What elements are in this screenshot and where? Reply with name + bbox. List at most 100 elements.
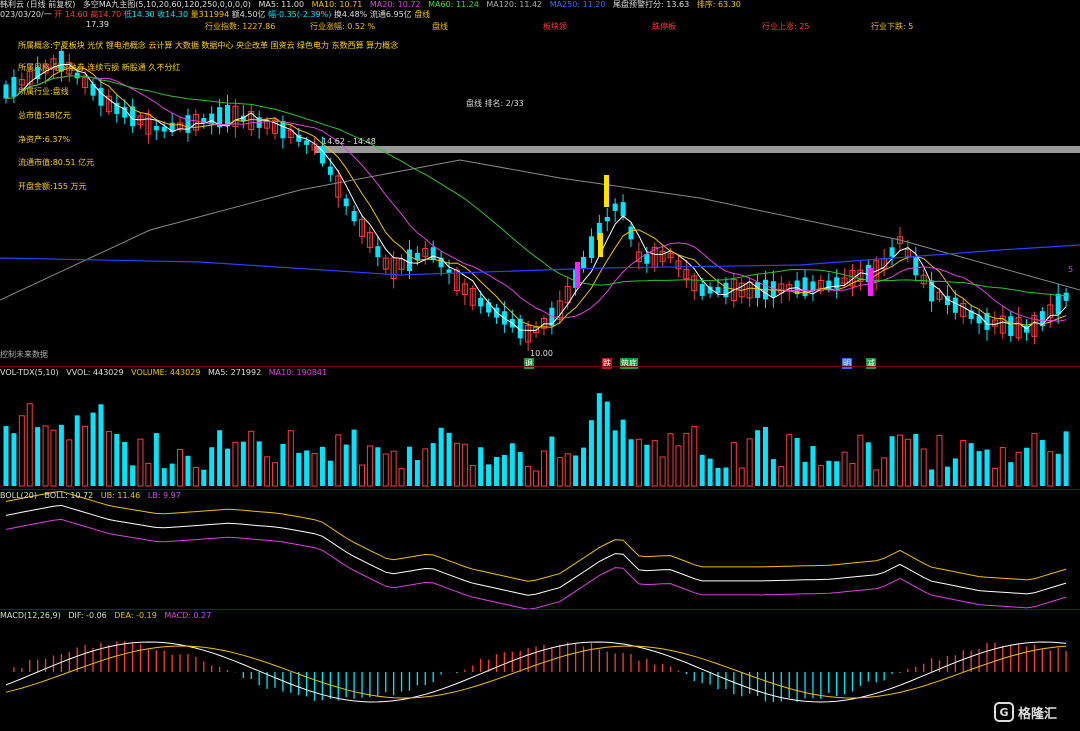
macd-panel-divider [0,609,1080,610]
volume-bar-down [707,458,713,486]
volume-bar-up [398,468,405,487]
candle-down [755,282,761,298]
volume-bar-up [461,443,468,487]
volume-bar-up [960,440,967,487]
volume-bar-down [114,433,120,486]
volume-bar-up [264,456,271,487]
volume-bar-up [683,432,690,487]
volume-bar-down [98,404,104,486]
volume-bar-up [841,451,848,487]
volume-bar-down [501,454,507,486]
volume-bar-down [929,469,935,486]
volume-bar-down [430,443,436,486]
candle-down [351,210,357,222]
candle-down [913,257,919,276]
volume-bar-up [540,450,547,487]
volume-panel-header[interactable]: VOL-TDX(5,10) VVOL: 443029 VOLUME: 44302… [0,368,332,378]
logo-icon: G [994,702,1014,722]
volume-bar-down [351,429,357,486]
candle-down [3,84,9,99]
volume-bar-up [651,440,658,487]
volume-bar-up [896,434,903,487]
volume-bar-up [366,445,373,487]
volume-bar-up [991,467,998,487]
volume-bar-up [881,457,888,487]
volume-bar-up [469,465,476,487]
volume-bar-up [50,429,57,487]
dea-value: DEA: -0.19 [114,611,157,620]
volume-bar-up [564,453,571,487]
candle-down [1055,293,1061,315]
candle-down [810,281,816,292]
boll-lower-line [5,518,1067,610]
macd-panel-header[interactable]: MACD(12,26,9) DIF: -0.06 DEA: -0.19 MACD… [0,611,216,621]
volume-title: VOL-TDX(5,10) [0,368,59,377]
volume-bar-down [573,455,579,486]
vvol-value: VVOL: 443029 [66,368,124,377]
price-band-label: 14.62 - 14.48 [322,137,376,146]
volume-bar-up [248,430,255,487]
volume-bar-down [509,443,515,486]
volume-bar-down [35,427,41,486]
candle-down [588,236,594,258]
volume-bar-down [217,430,223,486]
volume-bar-up [335,434,342,487]
candle-down [628,226,634,240]
volume-bar-down [280,444,286,486]
ma20-line [5,75,1067,322]
volume-bar-down [952,458,958,486]
volume-bar-down [1039,439,1045,486]
candle-down [620,202,626,217]
candle-down [406,249,412,272]
volume-bar-down [517,452,523,486]
candle-down [304,140,310,145]
volume-bar-down [581,447,587,486]
candle-down [715,287,721,293]
volume-bar-up [635,438,642,487]
boll-panel-header[interactable]: BOLL(20) BOLL: 10.72 UB: 11.46 LB: 9.97 [0,491,186,501]
volume-bar-down [1024,447,1030,486]
signal-bar-yellow [598,233,603,257]
top-right-label: 5 [1068,265,1074,274]
volume-bar-up [390,450,397,487]
volume-bar-down [588,420,594,486]
volume-bar-down [723,467,729,486]
volume-bar-down [486,464,492,486]
price-high-label: 17.39 [86,20,109,29]
signal-bar-yellow [604,175,609,207]
volume-bar-down [153,433,159,486]
volume-bar-up [817,465,824,487]
volume-bar-down [865,442,871,486]
volume-bar-up [18,415,25,487]
candle-down [478,297,484,307]
volume-bar-down [810,446,816,486]
candle-down [889,247,895,257]
volume-bar-up [1015,451,1022,487]
marker-bottom: 筑底 [620,358,638,369]
macd-value: MACD: 0.27 [164,611,212,620]
volume-bar-up [177,448,184,487]
volume-bar-down [11,433,17,486]
vol-ma10-value: MA10: 190841 [268,368,328,377]
volume-bar-down [1008,462,1014,486]
volume-bar-down [240,441,246,486]
candle-down [153,125,159,131]
candle-down [1063,292,1069,301]
candle-down [58,50,64,72]
volume-panel-divider [0,366,1080,367]
volume-bar-up [659,456,666,487]
boll-panel-divider [0,489,1080,490]
volume-bar-down [913,433,919,486]
candle-down [414,252,420,260]
lb-value: LB: 9.97 [147,491,181,500]
volume-bar-up [667,433,674,487]
ub-value: UB: 11.46 [100,491,141,500]
volume-bar-down [209,447,215,486]
volume-bar-up [849,462,856,487]
volume-bar-up [453,442,460,487]
candle-down [834,277,840,289]
volume-bar-down [762,426,768,486]
marker-clear: 明 [842,358,852,369]
volume-bar-up [192,467,199,487]
candle-down [1008,316,1014,337]
